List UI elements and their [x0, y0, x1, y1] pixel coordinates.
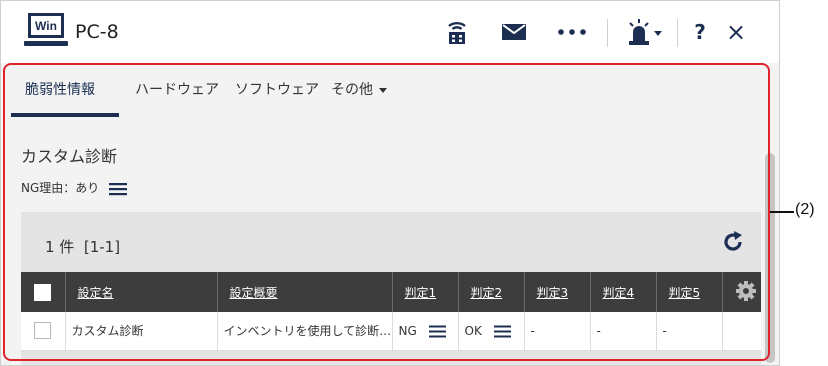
row-checkbox[interactable]	[34, 322, 52, 340]
toolbar-separator	[607, 19, 608, 47]
cell-empty	[721, 312, 761, 351]
column-settings-cell	[721, 272, 761, 312]
window-title: PC-8	[75, 21, 119, 43]
judge2-value: OK	[464, 323, 482, 338]
sort-judge5-link[interactable]: 判定5	[669, 286, 701, 300]
title-bar: Win PC-8 ? ×	[1, 1, 779, 63]
cell-summary: インベントリを使用して診断…	[216, 312, 392, 351]
cell-judge4: -	[589, 312, 656, 351]
tab-bar: 脆弱性情報 ハードウェア ソフトウェア その他	[1, 63, 779, 117]
active-tab-indicator	[11, 113, 119, 117]
column-header: 設定名	[64, 272, 217, 312]
list-menu-icon[interactable]	[109, 182, 128, 196]
list-menu-icon[interactable]	[493, 325, 511, 338]
ng-reason: NG理由：あり	[21, 179, 128, 196]
sort-judge4-link[interactable]: 判定4	[603, 286, 635, 300]
main-content: 脆弱性情報 ハードウェア ソフトウェア その他 カスタム診断 NG理由：あり 1…	[1, 63, 779, 365]
result-count: 1 件 [1-1]	[45, 236, 120, 257]
caret-down-icon	[379, 87, 387, 93]
column-header: 設定概要	[216, 272, 392, 312]
tab-other[interactable]: その他	[331, 79, 387, 99]
cell-judge3: -	[523, 312, 590, 351]
section-title: カスタム診断	[21, 147, 118, 166]
sort-judge3-link[interactable]: 判定3	[537, 286, 569, 300]
result-range: [1-1]	[83, 238, 121, 256]
vertical-scrollbar[interactable]	[763, 63, 777, 365]
mail-icon[interactable]	[497, 17, 531, 47]
app-window: Win PC-8 ? × 脆弱性情報 ハードウェア ソフトウェア その他 カスタ…	[0, 0, 780, 366]
svg-text:Win: Win	[35, 19, 57, 33]
judge1-value: NG	[398, 323, 417, 338]
table-row[interactable]: カスタム診断 インベントリを使用して診断… NG OK - - -	[21, 312, 761, 351]
ng-reason-label: NG理由：あり	[21, 181, 100, 195]
refresh-icon[interactable]	[721, 230, 745, 258]
sort-judge1-link[interactable]: 判定1	[405, 286, 437, 300]
tab-software[interactable]: ソフトウェア	[235, 79, 319, 99]
list-menu-icon[interactable]	[428, 325, 446, 338]
more-icon[interactable]	[553, 17, 591, 47]
tab-other-label: その他	[331, 82, 373, 98]
antenna-icon[interactable]	[441, 17, 473, 47]
table-header-row: 設定名 設定概要 判定1 判定2 判定3 判定4 判定5	[21, 272, 761, 312]
results-table: 設定名 設定概要 判定1 判定2 判定3 判定4 判定5 カスタム診断 インベン…	[21, 272, 761, 351]
results-panel: 1 件 [1-1] 設定名 設定概要 判定1 判定2 判定3 判定4 判定5 カ…	[21, 212, 761, 365]
scrollbar-thumb[interactable]	[765, 153, 775, 363]
cell-judge2: OK	[457, 312, 524, 351]
annotation-label: (2)	[795, 201, 815, 218]
alert-light-icon[interactable]	[623, 17, 667, 47]
cell-judge1: NG	[391, 312, 458, 351]
column-header: 判定2	[457, 272, 524, 312]
column-header: 判定5	[655, 272, 722, 312]
cell-judge5: -	[655, 312, 722, 351]
select-all-cell	[21, 272, 65, 312]
sort-name-link[interactable]: 設定名	[78, 286, 114, 300]
sort-summary-link[interactable]: 設定概要	[230, 286, 278, 300]
column-header: 判定1	[391, 272, 458, 312]
gear-icon[interactable]	[735, 280, 757, 302]
close-icon[interactable]: ×	[723, 17, 749, 47]
help-icon[interactable]: ?	[687, 17, 713, 47]
column-header: 判定3	[523, 272, 590, 312]
toolbar-separator	[677, 19, 678, 47]
cell-name: カスタム診断	[64, 312, 217, 351]
pc-icon: Win	[24, 13, 68, 46]
select-all-checkbox[interactable]	[34, 283, 52, 301]
column-header: 判定4	[589, 272, 656, 312]
sort-judge2-link[interactable]: 判定2	[471, 286, 503, 300]
tab-hardware[interactable]: ハードウェア	[135, 79, 219, 99]
tab-vulnerability[interactable]: 脆弱性情報	[25, 79, 95, 99]
result-count-label: 1 件	[45, 238, 75, 256]
row-select-cell	[21, 312, 65, 351]
annotation-callout-line	[770, 211, 794, 213]
